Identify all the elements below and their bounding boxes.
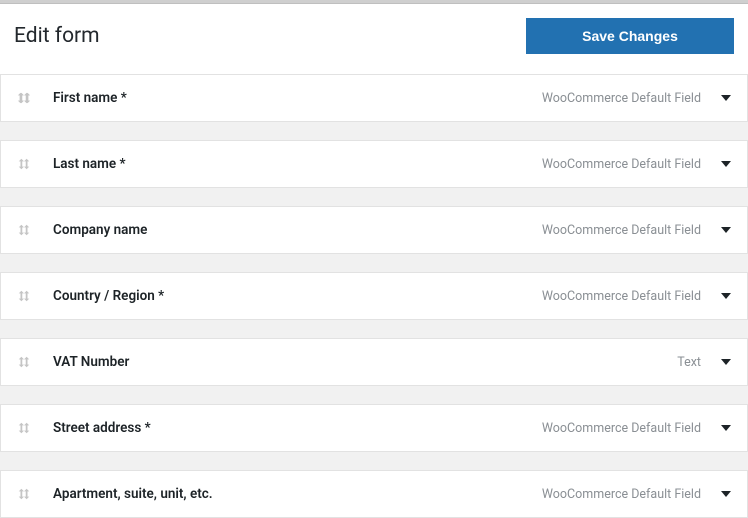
field-label: Company name [53,222,542,238]
field-label: Street address * [53,420,542,436]
drag-handle-icon[interactable] [17,421,39,435]
chevron-down-icon[interactable] [721,491,731,497]
field-row[interactable]: Country / Region * WooCommerce Default F… [0,272,748,320]
field-row[interactable]: Street address * WooCommerce Default Fie… [0,404,748,452]
chevron-down-icon[interactable] [721,227,731,233]
field-row[interactable]: VAT Number Text [0,338,748,386]
drag-handle-icon[interactable] [17,223,39,237]
field-type-badge: WooCommerce Default Field [542,289,701,304]
field-type-badge: WooCommerce Default Field [542,91,701,106]
chevron-down-icon[interactable] [721,95,731,101]
chevron-down-icon[interactable] [721,425,731,431]
field-label: VAT Number [53,354,677,370]
chevron-down-icon[interactable] [721,359,731,365]
field-label: Last name * [53,156,542,172]
field-type-badge: WooCommerce Default Field [542,157,701,172]
drag-handle-icon[interactable] [17,91,39,105]
drag-handle-icon[interactable] [17,487,39,501]
page-container: Edit form Save Changes [0,4,748,74]
field-label: First name * [53,90,542,106]
fields-list: First name * WooCommerce Default Field L… [0,74,748,518]
field-row[interactable]: First name * WooCommerce Default Field [0,74,748,122]
chevron-down-icon[interactable] [721,161,731,167]
drag-handle-icon[interactable] [17,157,39,171]
save-changes-button[interactable]: Save Changes [526,18,734,54]
field-label: Country / Region * [53,288,542,304]
field-type-badge: WooCommerce Default Field [542,223,701,238]
field-row[interactable]: Last name * WooCommerce Default Field [0,140,748,188]
drag-handle-icon[interactable] [17,355,39,369]
field-type-badge: WooCommerce Default Field [542,487,701,502]
chevron-down-icon[interactable] [721,293,731,299]
field-row[interactable]: Apartment, suite, unit, etc. WooCommerce… [0,470,748,518]
field-label: Apartment, suite, unit, etc. [53,486,542,502]
field-type-badge: Text [677,355,701,370]
field-type-badge: WooCommerce Default Field [542,421,701,436]
header: Edit form Save Changes [14,18,734,60]
drag-handle-icon[interactable] [17,289,39,303]
page-title: Edit form [14,24,100,48]
field-row[interactable]: Company name WooCommerce Default Field [0,206,748,254]
